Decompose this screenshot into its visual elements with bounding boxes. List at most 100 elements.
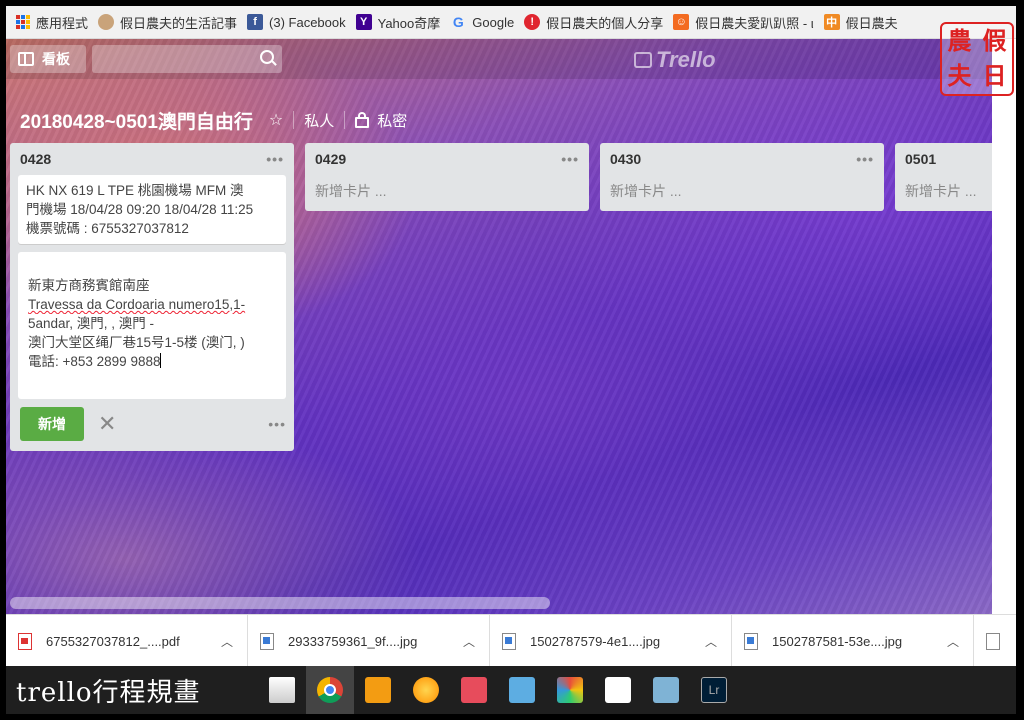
textarea-line: 電話: +853 2899 9888 (28, 354, 161, 369)
list-title[interactable]: 0430 (610, 151, 641, 167)
download-filename: 1502787581-53e....jpg (772, 633, 903, 649)
list-0430: 0430 ••• 新增卡片 ... (600, 143, 884, 211)
add-card-link[interactable]: 新增卡片 ... (600, 175, 884, 211)
chevron-up-icon[interactable]: ︿ (463, 633, 475, 650)
list-menu-icon[interactable]: ••• (561, 151, 579, 167)
divider (293, 111, 295, 129)
store-icon[interactable] (269, 677, 295, 703)
list-title[interactable]: 0428 (20, 151, 51, 167)
mail-icon[interactable] (605, 677, 631, 703)
add-card-button[interactable]: 新增 (20, 407, 84, 441)
trello-logo[interactable]: Trello (634, 47, 716, 73)
photo-album-icon[interactable] (461, 677, 487, 703)
add-card-link[interactable]: 新增卡片 ... (305, 175, 589, 211)
media-player-icon[interactable] (365, 677, 391, 703)
file-icon (986, 632, 1000, 650)
bookmark-label: (3) Facebook (269, 14, 346, 30)
facebook-icon: f (247, 14, 264, 30)
chrome-taskbar-item[interactable] (306, 666, 354, 714)
seal-char: 日 (982, 61, 1007, 90)
download-filename: 29333759361_9f....jpg (288, 633, 418, 649)
download-filename: 6755327037812_....pdf (46, 633, 180, 649)
bookmark-yahoo[interactable]: Y Yahoo奇摩 (355, 13, 441, 32)
image-file-icon (260, 632, 274, 650)
new-card-textarea[interactable]: 新東方商務賓館南座 Travessa da Cordoaria numero15… (18, 252, 286, 399)
list-0501: 0501 新增卡片 ... (895, 143, 1015, 211)
bookmark-label: 假日農夫愛趴趴照 - ι (695, 15, 814, 31)
photo-viewer-icon[interactable] (509, 677, 535, 703)
card-text-line: 機票號碼 : 6755327037812 (26, 221, 189, 236)
remote-icon[interactable] (653, 677, 679, 703)
card-composer-controls: 新增 ✕ ••• (10, 407, 294, 451)
download-filename: 1502787579-4e1....jpg (530, 633, 661, 649)
horizontal-scrollbar[interactable] (10, 597, 550, 609)
bookmark-facebook[interactable]: f (3) Facebook (247, 14, 346, 30)
download-item[interactable]: 29333759361_9f....jpg ︿ (248, 615, 490, 667)
add-card-link[interactable]: 新增卡片 ... (895, 175, 1015, 211)
search-input[interactable] (92, 45, 282, 73)
download-item[interactable]: 1502787579-4e1....jpg ︿ (490, 615, 732, 667)
list-header: 0501 (895, 143, 1015, 175)
list-title[interactable]: 0501 (905, 151, 936, 167)
list-0429: 0429 ••• 新增卡片 ... (305, 143, 589, 211)
bookmark-label: Yahoo奇摩 (377, 15, 441, 31)
seal-char: 農 (947, 26, 972, 55)
chevron-up-icon[interactable]: ︿ (947, 633, 959, 650)
textarea-line: 5andar, 澳門, , 澳門 - (28, 316, 155, 331)
boards-button[interactable]: 看板 (10, 45, 86, 73)
downloads-bar: 6755327037812_....pdf ︿ 29333759361_9f..… (6, 614, 1016, 667)
board-title[interactable]: 20180428~0501澳門自由行 (20, 107, 253, 134)
yahoo-icon: Y (355, 14, 372, 30)
caption-overlay: trello行程規畫 (16, 677, 201, 708)
card-text-line: HK NX 619 L TPE 桃園機場 MFM 澳 (26, 183, 244, 198)
browser-window: 應用程式 假日農夫的生活記事 f (3) Facebook Y Yahoo奇摩 … (6, 6, 1016, 714)
lightroom-icon[interactable]: Lr (701, 677, 727, 703)
divider (344, 111, 346, 129)
bookmark-photo-blog[interactable]: ☺ 假日農夫愛趴趴照 - ι (673, 13, 814, 32)
pdf-file-icon (18, 632, 32, 650)
download-item[interactable]: 1502787581-53e....jpg ︿ (732, 615, 974, 667)
textarea-line: 新東方商務賓館南座 (28, 278, 150, 293)
bookmark-personal-share[interactable]: ! 假日農夫的個人分享 (524, 13, 663, 32)
download-item[interactable] (974, 615, 1014, 667)
list-menu-icon[interactable]: ••• (856, 151, 874, 167)
visibility-button[interactable]: 私密 (355, 110, 407, 131)
blog-icon: ☺ (673, 14, 690, 30)
trello-header: 看板 Trello (6, 39, 992, 79)
star-icon[interactable]: ☆ (269, 110, 283, 130)
bookmark-label: Google (472, 14, 515, 30)
bookmark-label: 假日農夫的個人分享 (546, 15, 664, 31)
list-menu-icon[interactable]: ••• (266, 151, 284, 167)
composer-menu-icon[interactable]: ••• (268, 416, 286, 432)
private-button[interactable]: 私人 (304, 110, 334, 131)
download-item[interactable]: 6755327037812_....pdf ︿ (6, 615, 248, 667)
bookmark-farmer-blog[interactable]: 假日農夫的生活記事 (98, 13, 237, 32)
watermark-seal: 農 假 夫 日 (940, 22, 1014, 96)
search-icon (260, 50, 274, 64)
image-file-icon (744, 632, 758, 650)
bookmark-label: 應用程式 (36, 15, 89, 31)
textarea-line: 澳门大堂区绳厂巷15号1-5楼 (澳门, ) (28, 335, 245, 350)
list-header: 0430 ••• (600, 143, 884, 175)
trello-logo-text: Trello (656, 47, 716, 72)
paint-icon[interactable] (557, 677, 583, 703)
bookmark-label: 假日農夫的生活記事 (120, 15, 238, 31)
bookmark-google[interactable]: G Google (450, 14, 514, 30)
chevron-up-icon[interactable]: ︿ (705, 633, 717, 650)
zhong-icon: 中 (823, 14, 840, 30)
card-flight[interactable]: HK NX 619 L TPE 桃園機場 MFM 澳 門機場 18/04/28 … (18, 175, 286, 244)
card-text-line: 門機場 18/04/28 09:20 18/04/28 11:25 (26, 202, 254, 217)
chevron-up-icon[interactable]: ︿ (221, 633, 233, 650)
bookmark-label: 假日農夫 (845, 15, 898, 31)
close-icon[interactable]: ✕ (98, 411, 116, 437)
list-title[interactable]: 0429 (315, 151, 346, 167)
weather-icon[interactable] (413, 677, 439, 703)
image-file-icon (502, 632, 516, 650)
bookmark-farmer[interactable]: 中 假日農夫 (823, 13, 898, 32)
boards-icon (18, 52, 34, 66)
bookmark-apps[interactable]: 應用程式 (16, 13, 88, 32)
pixnet-icon: ! (524, 14, 541, 30)
trello-logo-icon (634, 52, 652, 68)
seal-char: 假 (982, 26, 1007, 55)
board-header: 20180428~0501澳門自由行 ☆ 私人 私密 (20, 105, 407, 135)
